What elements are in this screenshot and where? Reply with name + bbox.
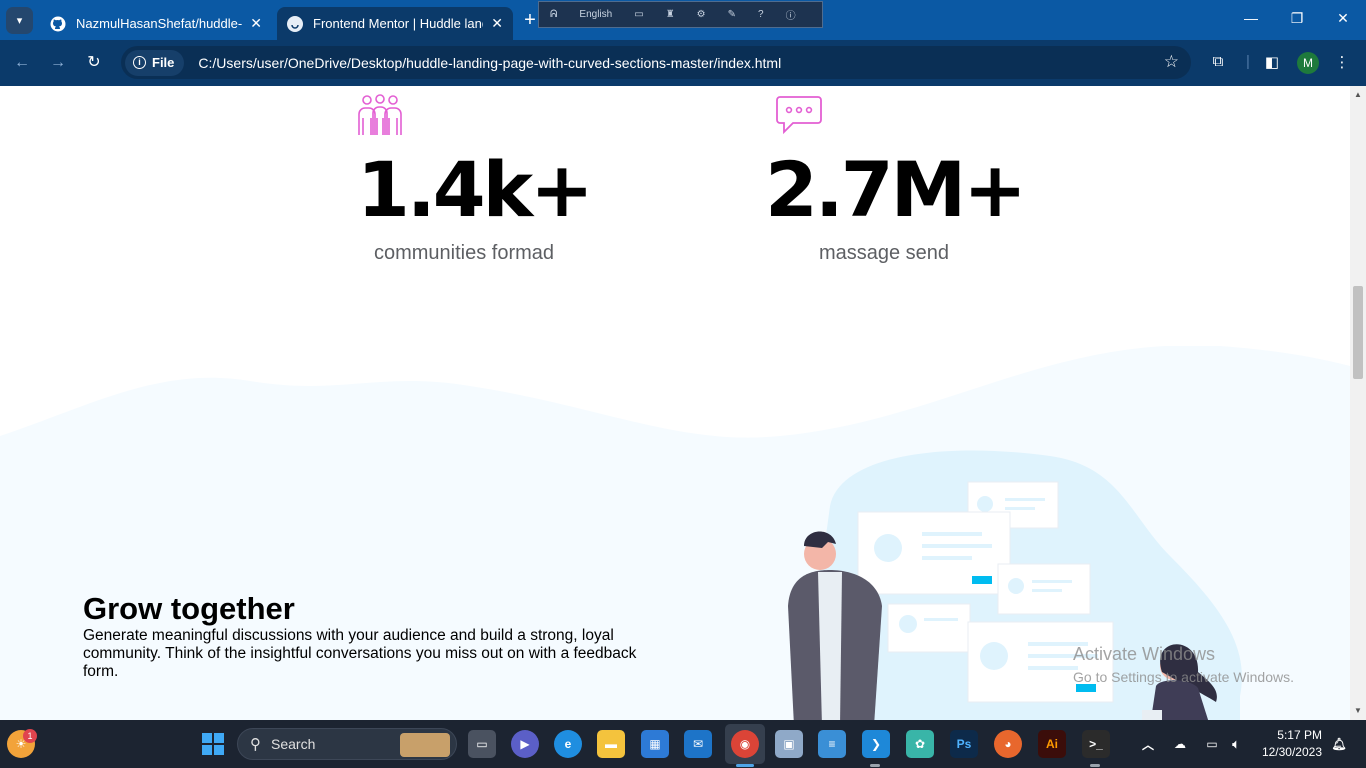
running-indicator bbox=[870, 764, 880, 767]
scroll-up-icon[interactable]: ▲ bbox=[1350, 90, 1366, 99]
chrome-icon[interactable]: ◉ bbox=[731, 730, 759, 758]
stat-value: 2.7M+ bbox=[765, 145, 1027, 234]
browser-toolbar: ← → ↻ i File C:/Users/user/OneDrive/Desk… bbox=[0, 40, 1366, 86]
toolbar-tool-icon[interactable]: ♜ bbox=[666, 9, 675, 20]
edit-icon[interactable]: ✎ bbox=[728, 9, 736, 20]
volume-icon[interactable]: 🔈︎ bbox=[1222, 730, 1250, 758]
tab-github[interactable]: NazmulHasanShefat/huddle-landing ✕ bbox=[40, 7, 272, 40]
microsoft-store-icon[interactable]: ▦ bbox=[641, 730, 669, 758]
notification-bell-icon[interactable]: 🔔︎ bbox=[1325, 730, 1353, 758]
stat-value: 1.4k+ bbox=[357, 145, 594, 234]
paint-icon[interactable]: ✿ bbox=[906, 730, 934, 758]
info-icon: i bbox=[133, 56, 146, 69]
page-scrollbar[interactable]: ▲ ▼ bbox=[1350, 86, 1366, 720]
edge-icon[interactable]: e bbox=[554, 730, 582, 758]
vscode-icon[interactable]: ❯ bbox=[862, 730, 890, 758]
info-icon[interactable]: ⓘ bbox=[786, 7, 796, 22]
frontend-mentor-icon bbox=[287, 15, 303, 32]
toolbar-divider: | bbox=[1246, 53, 1250, 70]
gear-icon[interactable]: ⚙ bbox=[697, 9, 706, 20]
windows-start-icon[interactable] bbox=[199, 730, 227, 758]
communities-icon bbox=[358, 94, 402, 135]
stat-label: massage send bbox=[818, 242, 950, 264]
section-title: Grow together bbox=[83, 591, 295, 626]
close-tab-icon[interactable]: ✕ bbox=[491, 15, 503, 32]
watermark-subtitle: Go to Settings to activate Windows. bbox=[1073, 669, 1294, 685]
language-toolbar[interactable]: ᕱ English ▭ ♜ ⚙ ✎ ? ⓘ bbox=[538, 1, 823, 28]
firefox-icon[interactable]: ◕ bbox=[994, 730, 1022, 758]
scroll-thumb[interactable] bbox=[1353, 286, 1363, 379]
more-menu-icon[interactable]: ⋮ bbox=[1332, 53, 1352, 71]
notepad-icon[interactable]: ≡ bbox=[818, 730, 846, 758]
photos-icon[interactable]: ▣ bbox=[775, 730, 803, 758]
scroll-down-icon[interactable]: ▼ bbox=[1350, 706, 1366, 715]
minimize-icon[interactable]: — bbox=[1236, 10, 1266, 26]
close-tab-icon[interactable]: ✕ bbox=[250, 15, 262, 32]
clock-time[interactable]: 5:17 PM bbox=[1252, 728, 1322, 742]
ime-icon[interactable]: ᕱ bbox=[550, 9, 557, 20]
taskbar-search-input[interactable]: ⚲ Search bbox=[237, 728, 457, 760]
illustrator-icon[interactable]: Ai bbox=[1038, 730, 1066, 758]
toolbar-tool-icon[interactable]: ▭ bbox=[634, 9, 643, 20]
stat-label: communities formad bbox=[373, 242, 555, 264]
tray-overflow-chevron-icon[interactable]: ︿ bbox=[1134, 730, 1162, 758]
address-bar[interactable]: i File C:/Users/user/OneDrive/Desktop/hu… bbox=[121, 46, 1191, 79]
activate-windows-watermark: Activate Windows Go to Settings to activ… bbox=[1073, 644, 1294, 685]
forward-arrow-icon[interactable]: → bbox=[47, 52, 69, 74]
site-info-chip[interactable]: i File bbox=[125, 49, 185, 76]
page-viewport: 1.4k+ communities formad 2.7M+ massage s… bbox=[0, 86, 1350, 720]
file-explorer-icon[interactable]: ▬ bbox=[597, 730, 625, 758]
restore-icon[interactable]: ❐ bbox=[1282, 10, 1312, 27]
help-icon[interactable]: ? bbox=[758, 9, 764, 20]
new-tab-button[interactable]: + bbox=[520, 9, 540, 31]
photoshop-icon[interactable]: Ps bbox=[950, 730, 978, 758]
github-icon bbox=[50, 16, 66, 32]
tab-search-button[interactable]: ▾ bbox=[6, 7, 33, 34]
tab-title: Frontend Mentor | Huddle landing bbox=[313, 16, 483, 31]
running-indicator bbox=[1090, 764, 1100, 767]
close-window-icon[interactable]: ✕ bbox=[1328, 10, 1358, 27]
watermark-title: Activate Windows bbox=[1073, 644, 1216, 664]
notification-badge: 1 bbox=[23, 729, 37, 743]
task-view-icon[interactable]: ▭ bbox=[468, 730, 496, 758]
windows-taskbar: ☀ 1 ⚲ Search ▭ ▶ e ▬ ▦ ✉ ◉ ▣ ≡ ❯ ✿ Ps ◕ … bbox=[0, 720, 1366, 768]
language-label[interactable]: English bbox=[579, 9, 612, 20]
tab-title: NazmulHasanShefat/huddle-landing bbox=[76, 16, 243, 31]
active-indicator bbox=[736, 764, 754, 767]
section-description: Generate meaningful discussions with you… bbox=[83, 627, 637, 680]
search-highlight-icon bbox=[400, 733, 450, 757]
search-icon: ⚲ bbox=[250, 736, 261, 753]
url-text[interactable]: C:/Users/user/OneDrive/Desktop/huddle-la… bbox=[198, 55, 781, 71]
search-placeholder: Search bbox=[271, 736, 316, 752]
extensions-icon[interactable]: ⧉ bbox=[1208, 53, 1228, 70]
back-arrow-icon[interactable]: ← bbox=[11, 52, 33, 74]
stat-communities: 1.4k+ communities formad bbox=[357, 94, 594, 265]
messages-icon bbox=[776, 96, 822, 135]
profile-avatar[interactable]: M bbox=[1297, 52, 1319, 74]
onedrive-cloud-icon[interactable]: ☁ bbox=[1166, 730, 1194, 758]
scheme-label: File bbox=[152, 55, 175, 70]
bookmark-star-icon[interactable]: ☆ bbox=[1164, 52, 1179, 72]
terminal-icon[interactable]: >_ bbox=[1082, 730, 1110, 758]
reload-icon[interactable]: ↻ bbox=[83, 52, 105, 74]
stat-messages: 2.7M+ massage send bbox=[765, 96, 1027, 265]
clock-date[interactable]: 12/30/2023 bbox=[1252, 745, 1322, 759]
mail-icon[interactable]: ✉ bbox=[684, 730, 712, 758]
side-panel-icon[interactable]: ◧ bbox=[1262, 53, 1282, 71]
browser-tab-bar: ▾ NazmulHasanShefat/huddle-landing ✕ Fro… bbox=[0, 0, 1366, 40]
tab-huddle[interactable]: Frontend Mentor | Huddle landing ✕ bbox=[277, 7, 513, 40]
teams-chat-icon[interactable]: ▶ bbox=[511, 730, 539, 758]
